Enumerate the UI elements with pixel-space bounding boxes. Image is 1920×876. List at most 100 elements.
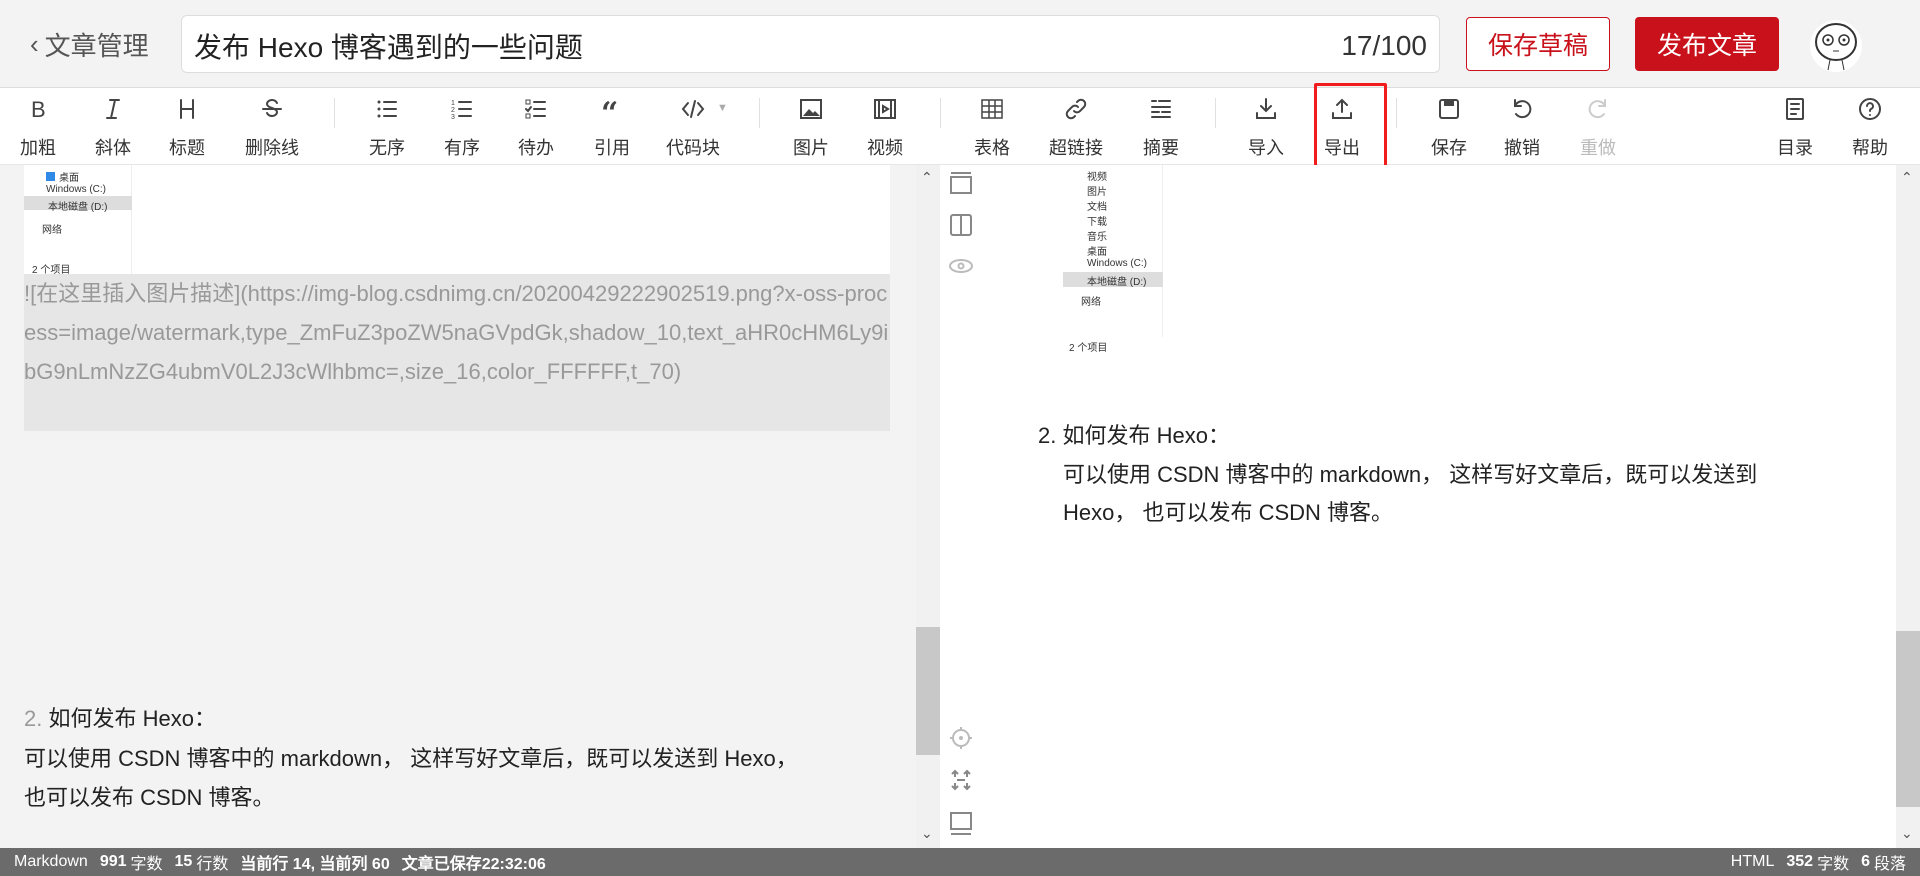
- toolbar-code-button[interactable]: 代码块 ▼: [657, 88, 729, 165]
- preview-eye-icon[interactable]: [948, 253, 974, 279]
- import-icon: [1256, 98, 1276, 119]
- nav-item: 桌面: [1087, 247, 1107, 258]
- image-icon: [800, 99, 822, 119]
- strikethrough-icon: [262, 98, 282, 118]
- preview-pane: 视频 图片 文档 下载 音乐 桌面 Windows (C:) 本地磁盘 (D:) 网络 2 个项…: [940, 165, 1896, 848]
- scrollbar-thumb[interactable]: [1896, 631, 1920, 807]
- title-char-count: 17/100: [1341, 30, 1427, 61]
- toolbar-image-button[interactable]: 图片: [775, 88, 847, 165]
- scroll-down-icon[interactable]: ⌄: [1901, 825, 1913, 842]
- quote-icon: “: [601, 97, 618, 121]
- toolbar-todo-list-button[interactable]: 待办: [500, 88, 572, 165]
- toolbar-label: 删除线: [245, 138, 299, 158]
- help-icon: [1859, 98, 1881, 120]
- paragraph-label: 段落: [1873, 856, 1906, 873]
- toolbar-export-button[interactable]: 导出: [1306, 88, 1378, 165]
- split-pane-icon[interactable]: [948, 212, 974, 238]
- toolbar-undo-button[interactable]: 撤销: [1486, 88, 1558, 165]
- toolbar-label: 代码块: [666, 138, 720, 158]
- toolbar-unordered-list-button[interactable]: 无序: [351, 88, 423, 165]
- toolbar-heading-button[interactable]: 标题: [151, 88, 223, 165]
- nav-item: 音乐: [1087, 232, 1107, 243]
- single-pane-icon[interactable]: [948, 171, 974, 197]
- toolbar-summary-button[interactable]: 摘要: [1125, 88, 1197, 165]
- header: ‹ 文章管理 发布 Hexo 博客遇到的一些问题 17/100 保存草稿 发布文章: [0, 0, 1920, 88]
- paragraph-count: 6: [1861, 853, 1870, 870]
- mode: Markdown: [14, 853, 88, 870]
- line-count: 15: [174, 853, 193, 870]
- save-icon: [1439, 99, 1459, 119]
- toolbar-divider: [1396, 98, 1397, 128]
- scroll-up-icon[interactable]: ⌃: [921, 169, 933, 186]
- toolbar-toc-button[interactable]: 目录: [1759, 88, 1831, 165]
- nav-item: 网络: [42, 225, 62, 236]
- svg-text:3: 3: [451, 114, 455, 121]
- avatar[interactable]: [1810, 20, 1862, 72]
- toolbar-label: 表格: [974, 138, 1010, 158]
- nav-item: 视频: [1087, 172, 1107, 183]
- body-line: Hexo， 也可以发布 CSDN 博客。: [1063, 500, 1394, 525]
- save-draft-button[interactable]: 保存草稿: [1466, 17, 1610, 71]
- todo-list-icon: [525, 99, 546, 119]
- toolbar: B 加粗 斜体 标题 删除线 无序 1 2 3 有序 待办 “ 引用 代码块 ▼ 图片 视频 表格 超链接 摘要 导入导…: [0, 88, 1920, 165]
- svg-text:B: B: [31, 97, 46, 121]
- list-heading: 2. 如何发布 Hexo：: [24, 706, 216, 731]
- html-label: HTML: [1730, 853, 1775, 870]
- toolbar-label: 帮助: [1852, 138, 1888, 158]
- nav-item: 桌面: [46, 169, 79, 184]
- cursor-position: 当前行 14, 当前列 60: [240, 856, 390, 873]
- toolbar-import-button[interactable]: 导入: [1230, 88, 1302, 165]
- toolbar-divider: [334, 98, 335, 128]
- toc-icon: [1786, 98, 1804, 120]
- toolbar-label: 视频: [867, 138, 903, 158]
- ordered-list-icon: 123: [451, 100, 472, 121]
- body-line: 也可以发布 CSDN 博客。: [24, 785, 275, 810]
- char-label: 字数: [130, 856, 163, 873]
- toolbar-label: 导出: [1324, 138, 1360, 158]
- svg-text:1: 1: [451, 100, 455, 107]
- markdown-editor[interactable]: 桌面 Windows (C:) 本地磁盘 (D:) 网络 2 个项目 ![在这里…: [0, 165, 916, 848]
- toolbar-quote-button[interactable]: “ 引用: [576, 88, 648, 165]
- table-icon: [981, 99, 1003, 119]
- html-char-label: 字数: [1817, 856, 1850, 873]
- fullscreen-icon[interactable]: [948, 767, 974, 793]
- line-label: 行数: [196, 856, 229, 873]
- sync-scroll-icon[interactable]: [948, 725, 974, 751]
- image-markdown-line: ![在这里插入图片描述](https://img-blog.csdnimg.cn…: [24, 274, 890, 431]
- svg-text:2: 2: [451, 107, 455, 114]
- body-line: 可以使用 CSDN 博客中的 markdown， 这样写好文章后，既可以发送到 …: [24, 746, 798, 771]
- chevron-left-icon: ‹: [30, 29, 39, 59]
- save-status: 文章已保存22:32:06: [401, 856, 546, 873]
- editor-scrollbar[interactable]: ⌃ ⌄: [916, 165, 940, 848]
- list-heading: 2. 如何发布 Hexo：: [1038, 423, 1230, 448]
- back-label: 文章管理: [44, 31, 149, 61]
- nav-item: Windows (C:): [1087, 258, 1148, 269]
- toolbar-ordered-list-button[interactable]: 1 2 3 有序: [426, 88, 498, 165]
- dropdown-caret-icon[interactable]: ▼: [717, 102, 728, 114]
- back-button[interactable]: ‹ 文章管理: [30, 26, 149, 63]
- heading-icon: [180, 99, 194, 119]
- toolbar-table-button[interactable]: 表格: [956, 88, 1028, 165]
- html-char-count: 352: [1786, 853, 1814, 870]
- toolbar-video-button[interactable]: 视频: [849, 88, 921, 165]
- scroll-up-icon[interactable]: ⌃: [1901, 169, 1913, 186]
- toolbar-strikethrough-button[interactable]: 删除线: [236, 88, 308, 165]
- nav-item: 本地磁盘 (D:): [48, 202, 108, 213]
- toolbar-bold-button[interactable]: B 加粗: [2, 88, 74, 165]
- toolbar-italic-button[interactable]: 斜体: [77, 88, 149, 165]
- nav-item: 下载: [1087, 217, 1107, 228]
- svg-text:“: “: [601, 97, 618, 121]
- unordered-list-icon: [377, 100, 397, 118]
- title-input[interactable]: 发布 Hexo 博客遇到的一些问题 17/100: [181, 15, 1440, 73]
- publish-button[interactable]: 发布文章: [1635, 17, 1779, 71]
- toolbar-save-button[interactable]: 保存: [1413, 88, 1485, 165]
- summary-icon: [1151, 100, 1171, 118]
- toolbar-help-button[interactable]: 帮助: [1834, 88, 1906, 165]
- scroll-down-icon[interactable]: ⌄: [921, 825, 933, 842]
- toolbar-link-button[interactable]: 超链接: [1040, 88, 1112, 165]
- scrollbar-thumb[interactable]: [916, 627, 940, 755]
- nav-item: 本地磁盘 (D:): [1087, 277, 1147, 288]
- toolbar-redo-button[interactable]: 重做: [1562, 88, 1634, 165]
- presentation-icon[interactable]: [948, 810, 974, 836]
- preview-scrollbar[interactable]: ⌃ ⌄: [1896, 165, 1920, 848]
